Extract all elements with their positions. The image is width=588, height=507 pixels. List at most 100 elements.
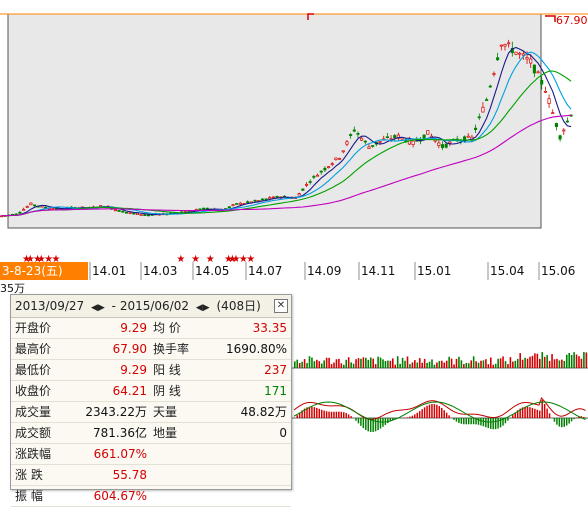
- volume-bar: [387, 361, 389, 368]
- volume-bar: [319, 361, 321, 368]
- volume-bar: [429, 362, 431, 368]
- volume-bar: [353, 364, 355, 368]
- candle: [342, 151, 344, 152]
- stat-label: 阴 线: [153, 381, 181, 401]
- candle: [298, 194, 300, 195]
- volume-bar: [409, 364, 411, 368]
- macd-bar: [358, 418, 360, 423]
- macd-bar: [311, 407, 313, 418]
- volume-bar: [402, 358, 404, 368]
- close-icon[interactable]: ✕: [274, 299, 288, 313]
- macd-bar: [309, 407, 311, 418]
- day-count: (408日): [217, 299, 261, 313]
- macd-bar: [564, 418, 566, 427]
- candle: [379, 141, 381, 142]
- candle: [133, 213, 135, 214]
- candle: [507, 43, 509, 44]
- time-tick-label: 14.07: [248, 264, 282, 278]
- range-end-date: 2015/06/02: [120, 299, 189, 313]
- stat-value: 237: [217, 360, 287, 380]
- volume-bar: [350, 362, 352, 368]
- candle: [33, 205, 35, 206]
- volume-bar: [554, 359, 556, 368]
- volume-bar: [331, 364, 333, 368]
- candle: [496, 58, 498, 60]
- volume-bar: [414, 360, 416, 368]
- macd-bar: [407, 417, 409, 418]
- stat-value: 9.29: [81, 318, 147, 338]
- macd-bar: [529, 407, 531, 418]
- volume-bar: [490, 358, 492, 368]
- candle: [129, 212, 131, 213]
- macd-bar: [326, 411, 328, 418]
- volume-bar: [448, 357, 450, 368]
- candle: [140, 215, 142, 216]
- stat-label: 振 幅: [15, 486, 43, 506]
- volume-bar: [424, 359, 426, 368]
- macd-bar: [492, 418, 494, 429]
- macd-bar: [549, 413, 551, 418]
- candle: [261, 199, 263, 200]
- range-start-arrows-icon[interactable]: ◀▶: [91, 303, 105, 313]
- stat-value: 64.21: [81, 381, 147, 401]
- volume-bar: [559, 360, 561, 368]
- candle: [500, 45, 502, 46]
- macd-bar: [421, 409, 423, 418]
- macd-bar: [534, 409, 536, 418]
- volume-bar: [370, 357, 372, 368]
- candle: [122, 211, 124, 212]
- candle: [357, 133, 359, 134]
- macd-bar: [446, 413, 448, 418]
- macd-bar: [473, 418, 475, 424]
- macd-bar: [539, 411, 541, 418]
- volume-bar: [343, 365, 345, 368]
- candle: [272, 197, 274, 198]
- macd-bar: [488, 418, 490, 428]
- stat-row: 成交量2343.22万天量48.82万: [11, 402, 291, 423]
- candle: [26, 207, 28, 208]
- stat-row: 振 幅604.67%: [11, 486, 291, 507]
- volume-bar: [573, 352, 575, 368]
- candle: [371, 145, 373, 146]
- stat-label: 涨 跌: [15, 465, 43, 485]
- stat-label: 成交额: [15, 423, 51, 443]
- volume-bar: [392, 358, 394, 368]
- macd-bar: [576, 417, 578, 418]
- candle: [449, 142, 451, 143]
- candle: [331, 164, 333, 165]
- volume-bar: [522, 360, 524, 368]
- time-tick-label: 14.01: [92, 264, 126, 278]
- volume-bar: [451, 359, 453, 368]
- interval-stats-panel[interactable]: 2013/09/27 ◀▶ - 2015/06/02 ◀▶ (408日) ✕ 开…: [10, 294, 292, 490]
- volume-bar: [426, 363, 428, 368]
- volume-bar: [363, 357, 365, 368]
- macd-bar: [556, 418, 558, 425]
- volume-bar: [529, 357, 531, 368]
- stat-label: 涨跌幅: [15, 444, 51, 464]
- volume-bar: [431, 359, 433, 368]
- candle: [368, 147, 370, 149]
- volume-bar: [495, 364, 497, 368]
- range-end-arrows-icon[interactable]: ◀▶: [196, 303, 210, 313]
- volume-bar: [568, 353, 570, 368]
- macd-bar: [360, 418, 362, 426]
- candle: [335, 158, 337, 160]
- volume-bar: [537, 354, 539, 368]
- volume-bar: [517, 359, 519, 368]
- macd-bar: [466, 418, 468, 424]
- macd-bar: [490, 418, 492, 429]
- stat-label: 地量: [153, 423, 177, 443]
- stat-value: 661.07%: [81, 444, 147, 464]
- macd-bar: [355, 418, 357, 421]
- volume-bar: [439, 361, 441, 368]
- volume-bar: [360, 359, 362, 368]
- volume-bar: [524, 358, 526, 368]
- volume-bar: [483, 360, 485, 368]
- volume-bar: [377, 357, 379, 368]
- candle: [394, 135, 396, 137]
- macd-bar: [495, 418, 497, 429]
- macd-bar: [583, 417, 585, 418]
- macd-bar: [331, 412, 333, 418]
- volume-bar: [345, 360, 347, 368]
- volume-bar: [468, 363, 470, 368]
